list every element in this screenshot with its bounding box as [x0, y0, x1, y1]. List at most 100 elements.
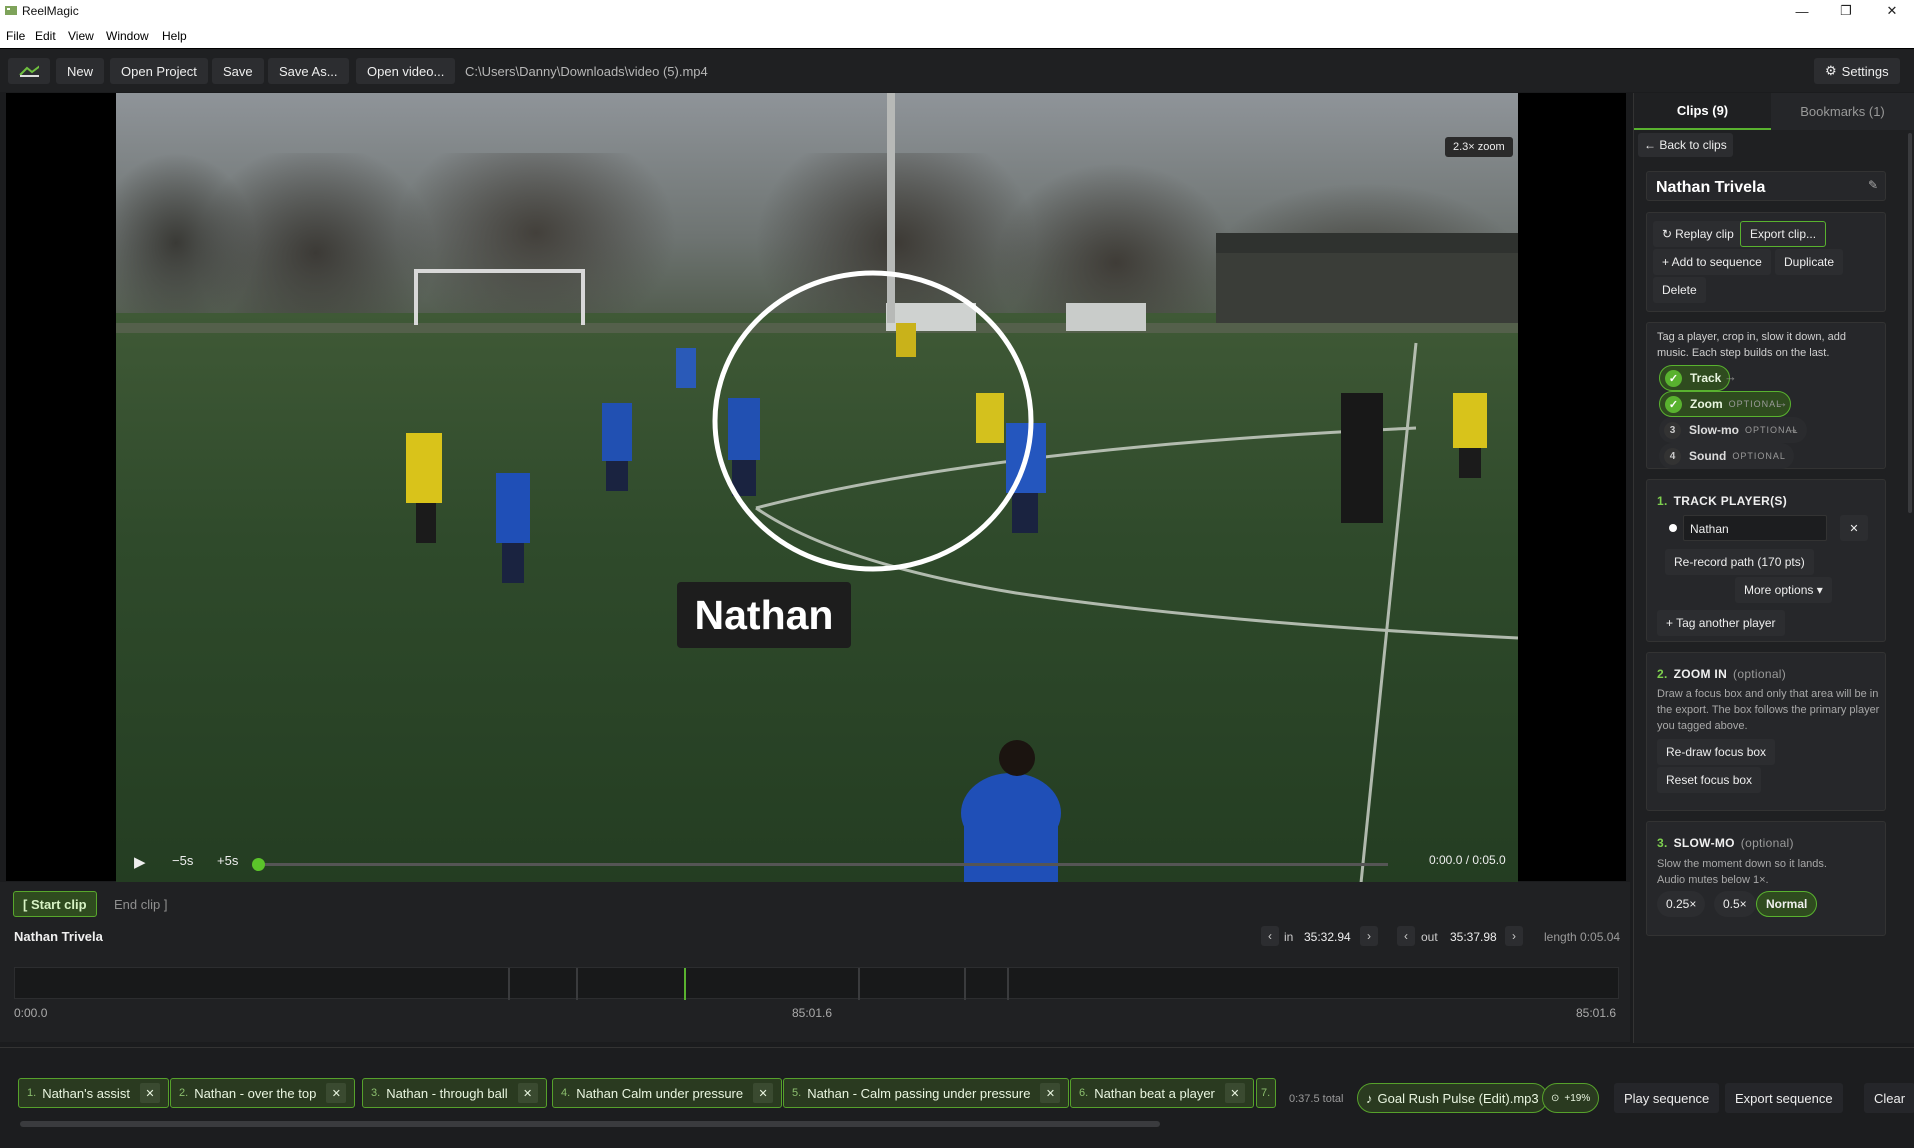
duplicate-button[interactable]: Duplicate	[1775, 249, 1844, 275]
remove-clip-icon[interactable]: ✕	[1224, 1083, 1245, 1103]
end-clip-button[interactable]: End clip ]	[105, 891, 176, 917]
export-clip-button[interactable]: Export clip...	[1740, 221, 1827, 247]
clip-actions-card: ↻ Replay clip Export clip... + Add to seq…	[1646, 212, 1886, 312]
menu-bar: File Edit View Window Help	[0, 22, 1914, 48]
remove-clip-icon[interactable]: ✕	[1040, 1083, 1061, 1103]
sequence-clip[interactable]: 7.	[1256, 1078, 1276, 1108]
reset-focus-box-button[interactable]: Reset focus box	[1657, 767, 1762, 793]
sequence-clip[interactable]: 1. Nathan's assist ✕	[18, 1078, 169, 1108]
arrow-icon: →	[1724, 369, 1737, 384]
open-project-button[interactable]: Open Project	[110, 58, 208, 84]
volume-button[interactable]: ⊙ +19%	[1542, 1083, 1600, 1113]
video-file-path: C:\Users\Danny\Downloads\video (5).mp4	[465, 64, 708, 79]
back-to-clips-button[interactable]: ← Back to clips	[1638, 133, 1733, 157]
speed-05-button[interactable]: 0.5×	[1714, 891, 1756, 917]
menu-file[interactable]: File	[6, 29, 25, 43]
menu-help[interactable]: Help	[162, 29, 187, 43]
clip-title-card: Nathan Trivela ✎	[1646, 171, 1886, 201]
forward-5s-button[interactable]: +5s	[217, 853, 238, 868]
menu-window[interactable]: Window	[106, 29, 149, 43]
step-track[interactable]: ✓ Track	[1659, 365, 1731, 391]
remove-clip-icon[interactable]: ✕	[753, 1083, 774, 1103]
tab-clips[interactable]: Clips (9)	[1634, 93, 1771, 130]
add-to-sequence-button[interactable]: + Add to sequence	[1653, 249, 1771, 275]
restore-icon[interactable]: ❐	[1824, 0, 1868, 22]
music-track-button[interactable]: ♪ Goal Rush Pulse (Edit).mp3	[1357, 1083, 1548, 1113]
speed-025-button[interactable]: 0.25×	[1657, 891, 1706, 917]
back-5s-button[interactable]: −5s	[172, 853, 193, 868]
clip-index: 5.	[792, 1087, 802, 1099]
title-bar: ReelMagic — ❐ ✕	[0, 0, 1914, 22]
clip-timeline[interactable]	[14, 967, 1619, 1000]
redraw-focus-box-button[interactable]: Re-draw focus box	[1657, 739, 1776, 765]
home-logo-button[interactable]	[8, 58, 50, 84]
speed-normal-button[interactable]: Normal	[1756, 891, 1818, 917]
step-zoom[interactable]: ✓ Zoom OPTIONAL	[1659, 391, 1792, 417]
check-icon: ✓	[1665, 369, 1682, 387]
remove-clip-icon[interactable]: ✕	[139, 1083, 160, 1103]
in-next-icon[interactable]: ›	[1360, 926, 1378, 946]
menu-view[interactable]: View	[68, 29, 94, 43]
replay-clip-button[interactable]: ↻ Replay clip	[1653, 221, 1743, 247]
timeline-marker	[508, 968, 510, 1000]
player-name-input[interactable]: Nathan	[1683, 515, 1827, 541]
tag-another-player-button[interactable]: + Tag another player	[1657, 610, 1785, 636]
save-button[interactable]: Save	[212, 58, 264, 84]
clip-index: 3.	[371, 1087, 381, 1099]
clip-name: Nathan Trivela	[14, 929, 103, 944]
video-player[interactable]: 2.3× zoom Nathan ▶ −5s +5s 0:00.0 / 0:05…	[6, 93, 1626, 883]
timeline-playhead[interactable]	[684, 968, 686, 1000]
panel-scrollbar[interactable]	[1908, 133, 1912, 513]
video-time-readout: 0:00.0 / 0:05.0	[1429, 853, 1506, 867]
new-button[interactable]: New	[56, 58, 105, 84]
sequence-scrollbar[interactable]	[20, 1121, 1160, 1127]
out-prev-icon[interactable]: ‹	[1397, 926, 1415, 946]
export-sequence-button[interactable]: Export sequence	[1725, 1083, 1843, 1113]
clip-label: Nathan - over the top	[194, 1085, 317, 1101]
remove-clip-icon[interactable]: ✕	[326, 1083, 347, 1103]
rerecord-path-button[interactable]: Re-record path (170 pts)	[1665, 549, 1814, 575]
sequence-clip[interactable]: 4. Nathan Calm under pressure ✕	[552, 1078, 783, 1108]
remove-clip-icon[interactable]: ✕	[517, 1083, 538, 1103]
step-sound[interactable]: 4 Sound OPTIONAL	[1659, 443, 1794, 469]
remove-player-icon[interactable]: ✕	[1840, 515, 1868, 541]
seek-bar[interactable]	[258, 863, 1388, 866]
settings-button[interactable]: ⚙ Settings	[1814, 58, 1900, 84]
sequence-bar: 1. Nathan's assist ✕ 2. Nathan - over the t…	[0, 1047, 1914, 1148]
save-as-button[interactable]: Save As...	[268, 58, 349, 84]
zoom-card: 2. ZOOM IN (optional) Draw a focus box and…	[1646, 652, 1886, 811]
in-prev-icon[interactable]: ‹	[1261, 926, 1279, 946]
delete-clip-button[interactable]: Delete	[1653, 277, 1706, 303]
section-number: 1.	[1657, 494, 1668, 508]
menu-edit[interactable]: Edit	[35, 29, 56, 43]
out-next-icon[interactable]: ›	[1505, 926, 1523, 946]
step-slowmo[interactable]: 3 Slow-mo OPTIONAL	[1659, 417, 1807, 443]
section-number: 2.	[1657, 667, 1668, 681]
more-options-button[interactable]: More options ▾	[1735, 577, 1832, 603]
arrow-icon: →	[1786, 421, 1799, 436]
zoom-section-title: 2. ZOOM IN (optional)	[1657, 667, 1786, 681]
start-clip-button[interactable]: [ Start clip	[13, 891, 97, 917]
player-color-dot	[1669, 524, 1677, 532]
seek-handle[interactable]	[252, 858, 265, 871]
section-title: ZOOM IN	[1673, 667, 1728, 681]
clear-sequence-button[interactable]: Clear	[1864, 1083, 1914, 1113]
open-video-button[interactable]: Open video...	[356, 58, 456, 84]
sequence-clip[interactable]: 5. Nathan - Calm passing under pressure ✕	[783, 1078, 1070, 1108]
play-icon[interactable]: ▶	[134, 853, 146, 871]
clip-title: Nathan Trivela	[1656, 179, 1766, 196]
clip-index: 1.	[27, 1087, 37, 1099]
sequence-clip[interactable]: 6. Nathan beat a player ✕	[1070, 1078, 1254, 1108]
play-sequence-button[interactable]: Play sequence	[1614, 1083, 1720, 1113]
tab-bookmarks[interactable]: Bookmarks (1)	[1771, 93, 1914, 130]
sequence-clip[interactable]: 2. Nathan - over the top ✕	[170, 1078, 356, 1108]
minimize-icon[interactable]: —	[1780, 0, 1824, 22]
player-name-tag: Nathan	[677, 582, 851, 648]
timeline-mid-label: 85:01.6	[792, 1006, 833, 1020]
close-window-icon[interactable]: ✕	[1870, 0, 1914, 22]
edit-pencil-icon[interactable]: ✎	[1868, 178, 1878, 192]
clip-label: Nathan's assist	[42, 1085, 130, 1101]
app-title: ReelMagic	[22, 4, 79, 18]
sequence-clip[interactable]: 3. Nathan - through ball ✕	[362, 1078, 547, 1108]
video-frame[interactable]: 2.3× zoom	[116, 93, 1518, 883]
